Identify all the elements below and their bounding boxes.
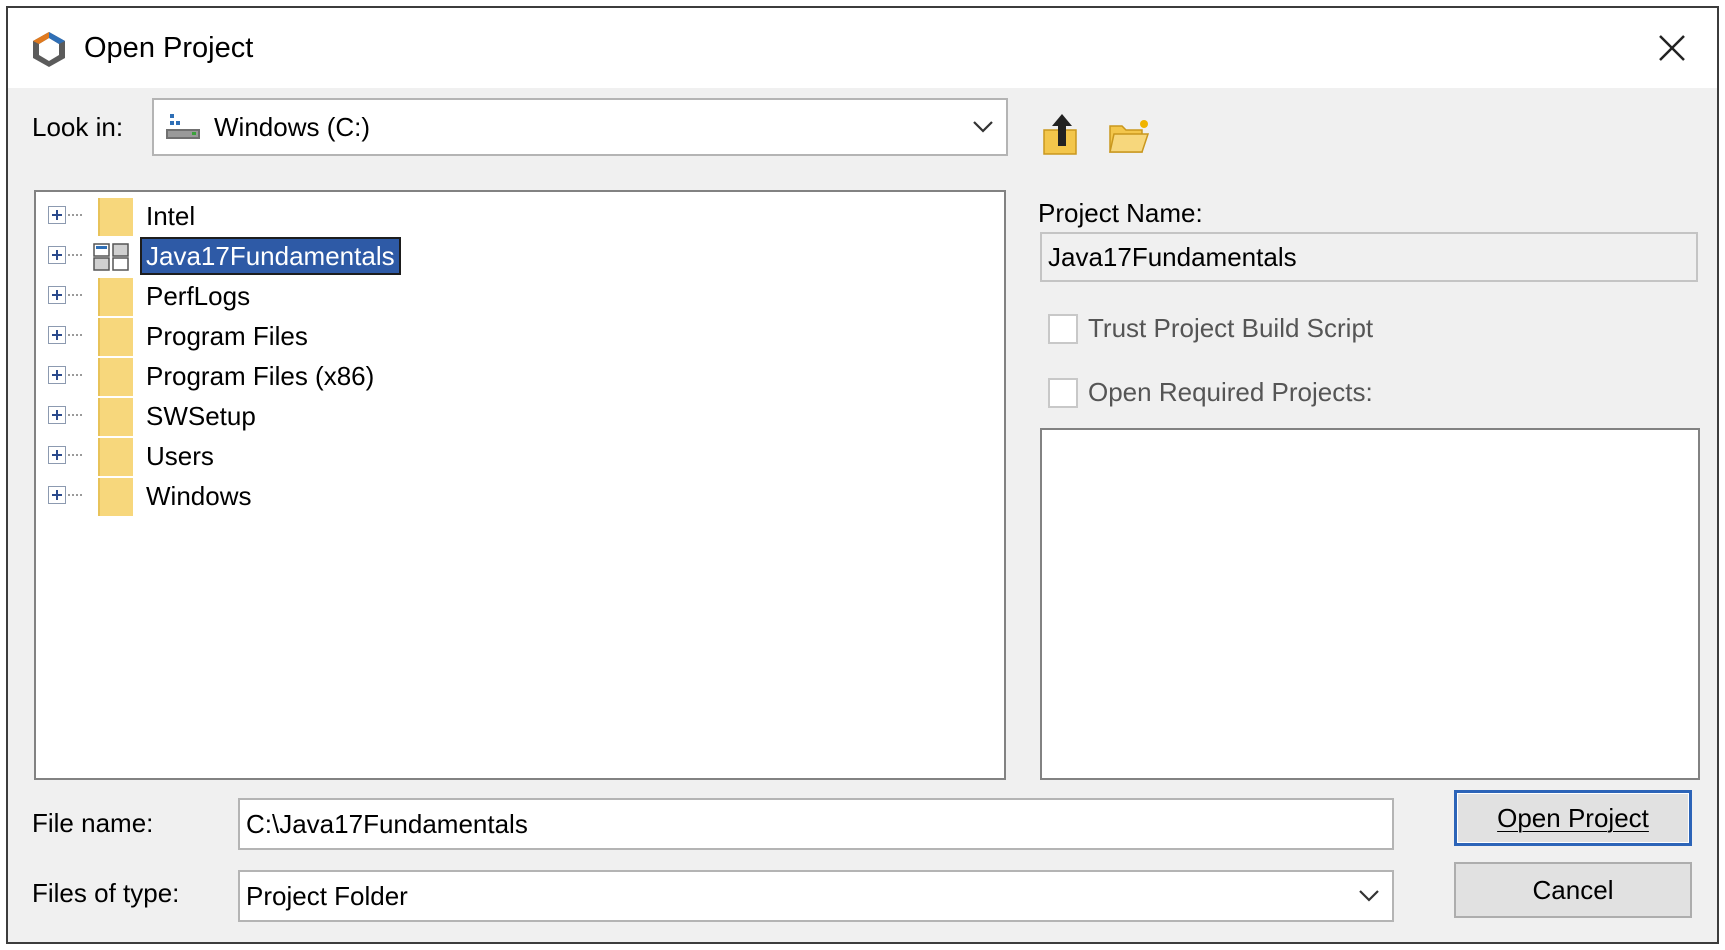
expand-icon[interactable] [48, 326, 66, 344]
look-in-dropdown-arrow[interactable] [960, 100, 1006, 154]
folder-icon [98, 398, 133, 436]
expand-icon[interactable] [48, 246, 66, 264]
files-of-type-value: Project Folder [246, 880, 408, 911]
close-icon [1659, 35, 1685, 61]
new-folder-button[interactable] [1108, 116, 1152, 156]
tree-item-label: SWSetup [146, 401, 256, 431]
tree-item-label: Program Files (x86) [146, 361, 375, 391]
tree-connector [68, 494, 82, 496]
tree-item-users[interactable]: Users [36, 436, 1004, 476]
up-one-level-button[interactable] [1042, 112, 1082, 156]
open-required-projects-label[interactable]: Open Required Projects: [1088, 377, 1373, 408]
files-of-type-label: Files of type: [32, 878, 180, 908]
open-project-button-label: Open Project [1497, 802, 1649, 833]
trust-build-script-checkbox[interactable] [1048, 314, 1078, 344]
tree-item-program-files[interactable]: Program Files [36, 316, 1004, 356]
folder-icon [98, 318, 133, 356]
tree-item-swsetup[interactable]: SWSetup [36, 396, 1004, 436]
cancel-button[interactable]: Cancel [1454, 862, 1692, 918]
look-in-combobox[interactable]: Windows (C:) [152, 98, 1008, 156]
tree-item-label: Intel [146, 201, 196, 231]
expand-icon[interactable] [48, 206, 66, 224]
netbeans-cube-icon [33, 32, 65, 67]
open-project-dialog: Open Project Look in: Windows (C:) Intel… [6, 6, 1719, 944]
tree-connector [68, 254, 82, 256]
open-required-projects-checkbox[interactable] [1048, 378, 1078, 408]
project-name-value: Java17Fundamentals [1048, 241, 1297, 272]
tree-connector [68, 454, 82, 456]
tree-item-java17fundamentals[interactable]: Java17Fundamentals [36, 236, 1004, 276]
expand-icon[interactable] [48, 286, 66, 304]
tree-item-label: Java17Fundamentals [140, 237, 401, 275]
tree-item-label: PerfLogs [146, 281, 251, 311]
project-icon [93, 243, 129, 271]
files-of-type-dropdown-arrow[interactable] [1346, 872, 1392, 920]
chevron-down-icon [973, 121, 993, 133]
tree-item-program-files-x86[interactable]: Program Files (x86) [36, 356, 1004, 396]
file-name-input[interactable]: C:\Java17Fundamentals [238, 798, 1394, 850]
file-name-value: C:\Java17Fundamentals [246, 808, 528, 839]
chevron-down-icon [1359, 890, 1379, 902]
tree-connector [68, 294, 82, 296]
folder-icon [98, 198, 133, 236]
title-bar: Open Project [8, 8, 1717, 88]
tree-item-label: Users [146, 441, 214, 471]
project-name-label: Project Name: [1038, 198, 1203, 228]
files-of-type-combobox[interactable]: Project Folder [238, 870, 1394, 922]
expand-icon[interactable] [48, 446, 66, 464]
tree-item-label: Program Files [146, 321, 308, 351]
expand-icon[interactable] [48, 406, 66, 424]
tree-connector [68, 374, 82, 376]
expand-icon[interactable] [48, 366, 66, 384]
file-tree[interactable]: Intel Java17Fundamentals PerfLogs Progra… [34, 190, 1006, 780]
new-folder-icon [1109, 120, 1150, 153]
tree-connector [68, 414, 82, 416]
tree-item-perflogs[interactable]: PerfLogs [36, 276, 1004, 316]
folder-icon [98, 358, 133, 396]
tree-item-label: Windows [146, 481, 252, 511]
hard-drive-icon [166, 114, 200, 139]
required-projects-list[interactable] [1040, 428, 1700, 780]
file-name-label: File name: [32, 808, 154, 838]
open-project-button[interactable]: Open Project [1454, 790, 1692, 846]
expand-icon[interactable] [48, 486, 66, 504]
look-in-value: Windows (C:) [214, 111, 371, 142]
tree-connector [68, 214, 82, 216]
tree-item-intel[interactable]: Intel [36, 196, 1004, 236]
cancel-button-label: Cancel [1532, 874, 1614, 905]
window-title: Open Project [84, 32, 254, 64]
folder-icon [98, 478, 133, 516]
trust-build-script-label[interactable]: Trust Project Build Script [1088, 313, 1373, 344]
close-button[interactable] [1627, 8, 1717, 88]
project-name-field: Java17Fundamentals [1040, 232, 1698, 282]
tree-item-windows[interactable]: Windows [36, 476, 1004, 516]
folder-icon [98, 278, 133, 316]
tree-connector [68, 334, 82, 336]
look-in-label: Look in: [32, 112, 124, 142]
folder-icon [98, 438, 133, 476]
up-one-level-icon [1043, 114, 1077, 155]
